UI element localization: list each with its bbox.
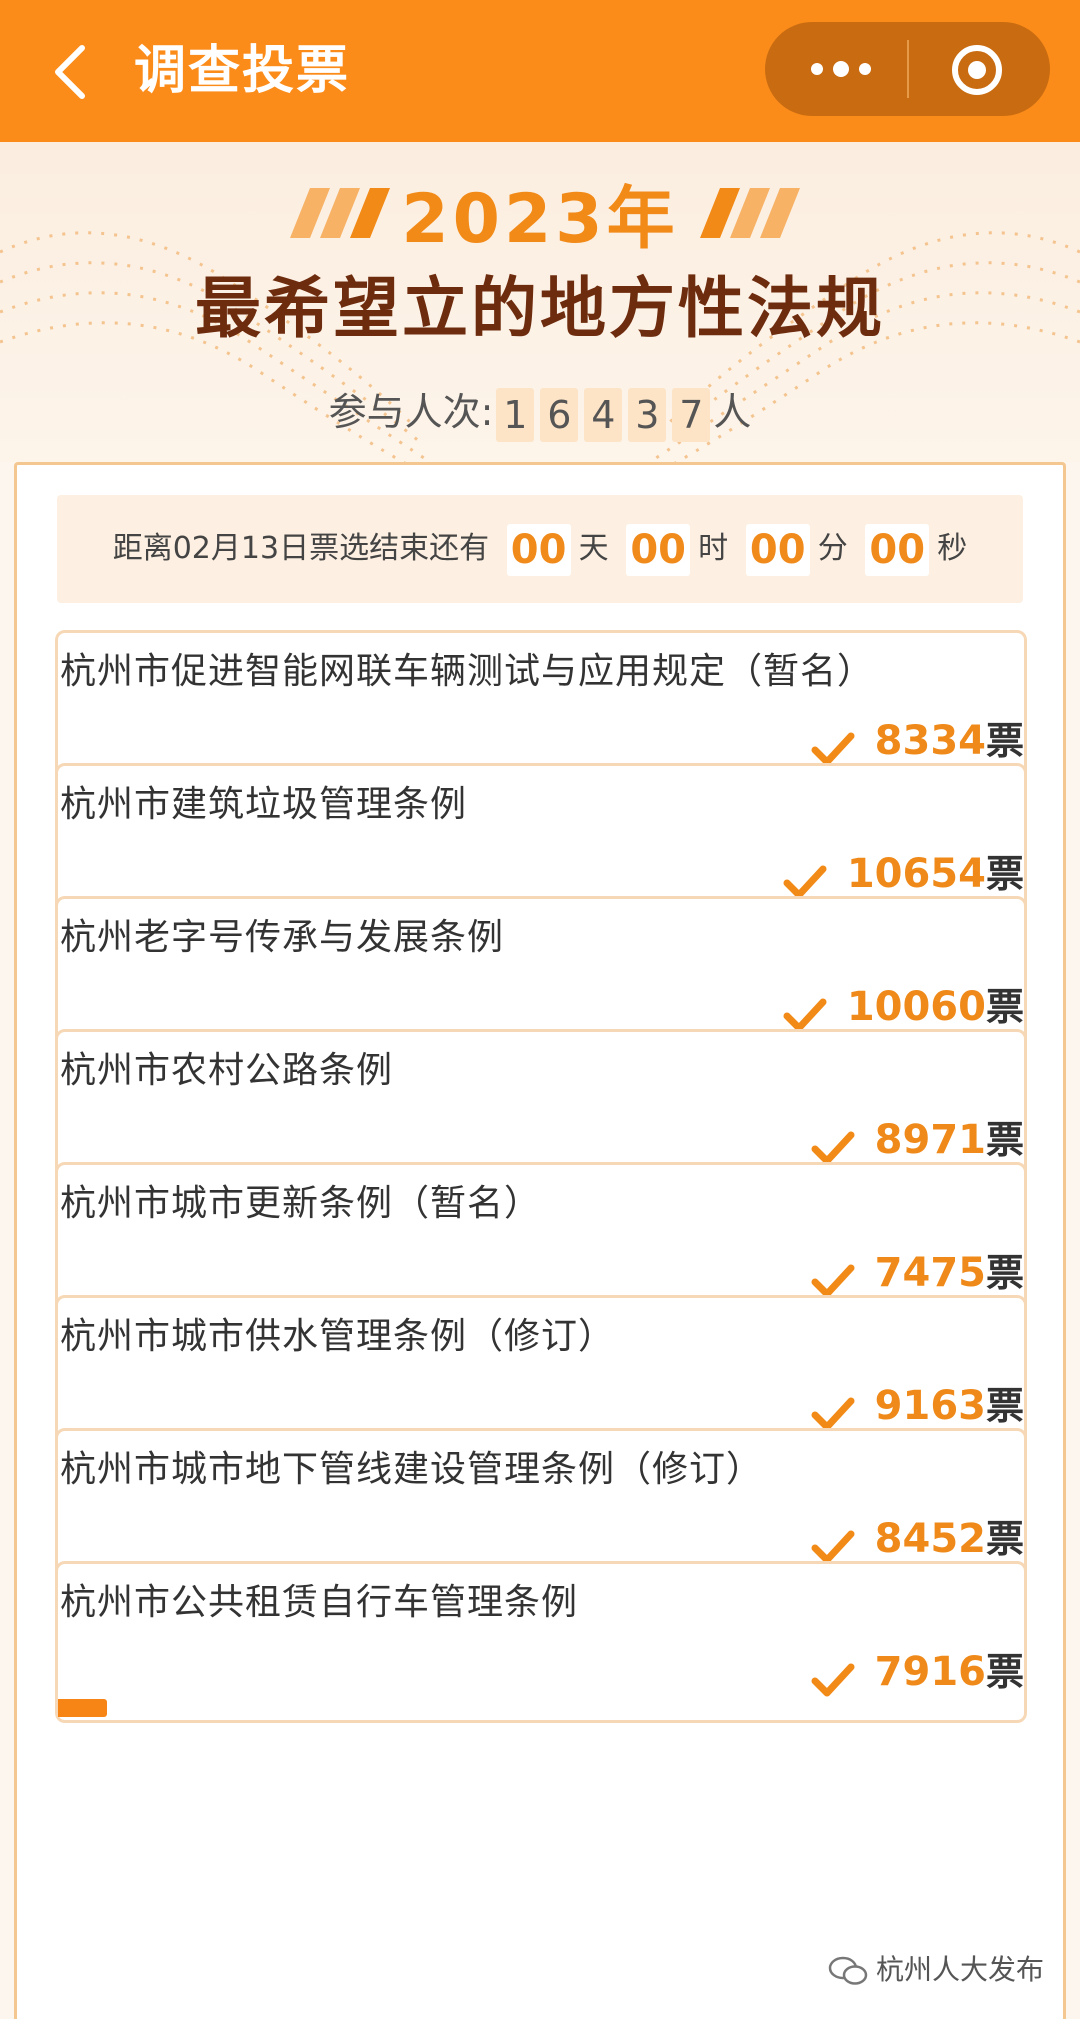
countdown-minutes: 00 [745,523,810,576]
vote-unit: 票 [985,1384,1024,1428]
vote-number: 8452 [874,1516,986,1562]
vote-number: 7475 [874,1250,986,1296]
option-name: 杭州老字号传承与发展条例 [60,917,505,958]
vote-progress-bar [58,1699,107,1717]
countdown-banner: 距离02月13日票选结束还有 00 天 00 时 00 分 00 秒 [57,495,1023,603]
vote-panel: 距离02月13日票选结束还有 00 天 00 时 00 分 00 秒 杭州市促进智能网联… [14,462,1066,2019]
vote-progress-track [58,1699,1026,1717]
vote-number: 8971 [874,1117,986,1163]
vote-unit: 票 [985,1517,1024,1561]
vote-number: 10654 [846,851,986,897]
page-title: 调查投票 [134,41,351,101]
vote-unit: 票 [985,1650,1024,1694]
option-name: 杭州市促进智能网联车辆测试与应用规定（暂名） [60,651,875,692]
participant-digit: 4 [584,387,623,442]
vote-count: 10654票 [783,846,1024,902]
countdown-prefix: 距离02月13日票选结束还有 [112,531,490,566]
wechat-icon [828,1956,868,1985]
option-name: 杭州市公共租赁自行车管理条例 [60,1582,579,1623]
more-icon[interactable] [801,46,881,92]
participant-label: 参与人次: [328,390,494,434]
vote-count: 9163票 [811,1378,1024,1434]
vote-unit: 票 [985,1251,1024,1295]
participant-digit: 6 [540,387,579,442]
back-arrow-icon[interactable] [46,42,96,102]
countdown-days-unit: 天 [578,531,609,566]
participant-digit: 7 [672,387,711,442]
banner-headline: 最希望立的地方性法规 [195,270,885,347]
vote-count: 8452票 [811,1511,1024,1567]
option-name: 杭州市城市地下管线建设管理条例（修订） [60,1449,764,1490]
watermark: 杭州人大发布 [828,1950,1044,1990]
year-heading-row: 2023年 [0,180,1080,260]
checkmark-icon[interactable] [811,1661,855,1701]
participant-digit: 1 [496,387,535,442]
hero-banner: 2023年 最希望立的地方性法规 参与人次: 1 6 4 3 7 人 [0,142,1080,462]
vote-count: 10060票 [783,979,1024,1035]
vote-option-card[interactable]: 杭州市公共租赁自行车管理条例 7916票 [55,1561,1027,1723]
option-name: 杭州市城市供水管理条例（修订） [60,1316,616,1357]
year-heading: 2023年 [401,180,679,259]
vote-unit: 票 [985,1118,1024,1162]
participant-digit: 3 [628,387,667,442]
top-bar: 调查投票 [0,0,1080,142]
vote-unit: 票 [985,719,1024,763]
vote-count: 8334票 [811,713,1024,769]
watermark-text: 杭州人大发布 [875,1953,1044,1986]
option-name: 杭州市建筑垃圾管理条例 [60,784,468,825]
vote-count: 7916票 [811,1644,1024,1700]
countdown-seconds: 00 [865,523,930,576]
capsule-divider [907,40,909,98]
countdown-minutes-unit: 分 [817,531,848,566]
vote-number: 7916 [874,1649,986,1695]
vote-number: 9163 [874,1383,986,1429]
vote-unit: 票 [985,985,1024,1029]
countdown-days: 00 [506,523,571,576]
vote-number: 10060 [846,984,986,1030]
participant-count: 参与人次: 1 6 4 3 7 人 [0,382,1080,442]
countdown-hours-unit: 时 [698,531,729,566]
close-mini-program-icon[interactable] [949,42,1005,98]
participant-unit: 人 [713,390,752,434]
countdown-seconds-unit: 秒 [937,531,968,566]
mini-program-capsule [765,22,1050,116]
vote-unit: 票 [985,852,1024,896]
vote-count: 8971票 [811,1112,1024,1168]
option-name: 杭州市城市更新条例（暂名） [60,1183,542,1224]
countdown-hours: 00 [626,523,691,576]
option-name: 杭州市农村公路条例 [60,1050,394,1091]
vote-count: 7475票 [811,1245,1024,1301]
vote-number: 8334 [874,718,986,764]
